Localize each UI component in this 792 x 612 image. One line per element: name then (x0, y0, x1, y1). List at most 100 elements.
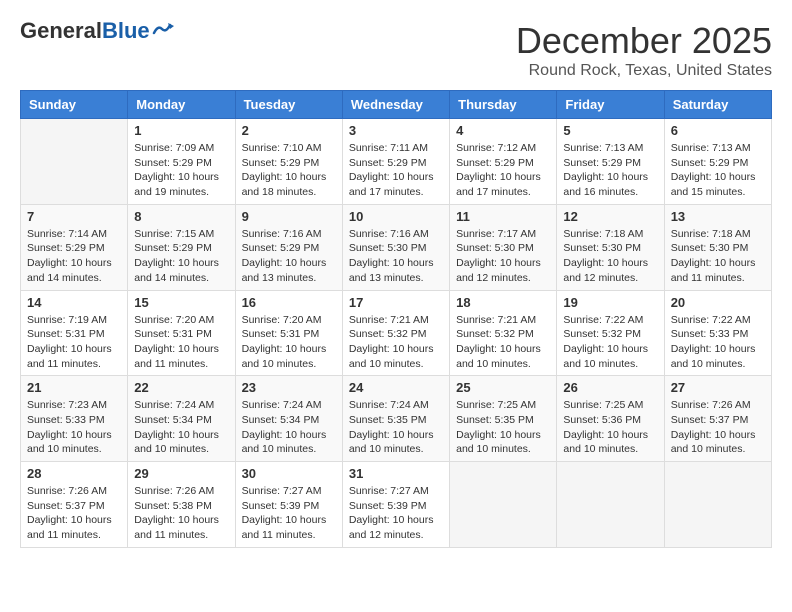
day-number: 25 (456, 380, 550, 395)
table-row: 13 Sunrise: 7:18 AMSunset: 5:30 PMDayligh… (664, 204, 771, 290)
day-number: 7 (27, 209, 121, 224)
day-info: Sunrise: 7:13 AMSunset: 5:29 PMDaylight:… (671, 141, 765, 200)
table-row: 20 Sunrise: 7:22 AMSunset: 5:33 PMDayligh… (664, 290, 771, 376)
day-number: 24 (349, 380, 443, 395)
calendar-week-row: 21Sunrise: 7:23 AMSunset: 5:33 PMDayligh… (21, 376, 772, 462)
day-info: Sunrise: 7:27 AMSunset: 5:39 PMDaylight:… (349, 484, 443, 543)
weekday-header-row: Sunday Monday Tuesday Wednesday Thursday… (21, 91, 772, 119)
calendar-table: Sunday Monday Tuesday Wednesday Thursday… (20, 90, 772, 548)
day-number: 20 (671, 295, 765, 310)
table-row: 10Sunrise: 7:16 AMSunset: 5:30 PMDayligh… (342, 204, 449, 290)
table-row: 22 Sunrise: 7:24 AMSunset: 5:34 PMDayligh… (128, 376, 235, 462)
table-row: 28Sunrise: 7:26 AMSunset: 5:37 PMDayligh… (21, 462, 128, 548)
day-info: Sunrise: 7:14 AMSunset: 5:29 PMDaylight:… (27, 227, 121, 286)
day-info: Sunrise: 7:10 AMSunset: 5:29 PMDaylight:… (242, 141, 336, 200)
table-row (450, 462, 557, 548)
table-row: 5Sunrise: 7:13 AMSunset: 5:29 PMDaylight… (557, 119, 664, 205)
day-number: 22 (134, 380, 228, 395)
day-number: 31 (349, 466, 443, 481)
day-info: Sunrise: 7:26 AMSunset: 5:37 PMDaylight:… (671, 398, 765, 457)
calendar-week-row: 14Sunrise: 7:19 AMSunset: 5:31 PMDayligh… (21, 290, 772, 376)
day-number: 18 (456, 295, 550, 310)
table-row: 31 Sunrise: 7:27 AMSunset: 5:39 PMDayligh… (342, 462, 449, 548)
day-number: 16 (242, 295, 336, 310)
table-row: 14Sunrise: 7:19 AMSunset: 5:31 PMDayligh… (21, 290, 128, 376)
day-info: Sunrise: 7:19 AMSunset: 5:31 PMDaylight:… (27, 313, 121, 372)
table-row (21, 119, 128, 205)
day-number: 8 (134, 209, 228, 224)
day-info: Sunrise: 7:24 AMSunset: 5:34 PMDaylight:… (134, 398, 228, 457)
day-info: Sunrise: 7:17 AMSunset: 5:30 PMDaylight:… (456, 227, 550, 286)
day-info: Sunrise: 7:20 AMSunset: 5:31 PMDaylight:… (242, 313, 336, 372)
table-row: 16 Sunrise: 7:20 AMSunset: 5:31 PMDayligh… (235, 290, 342, 376)
day-number: 23 (242, 380, 336, 395)
table-row: 27 Sunrise: 7:26 AMSunset: 5:37 PMDayligh… (664, 376, 771, 462)
day-number: 9 (242, 209, 336, 224)
day-info: Sunrise: 7:22 AMSunset: 5:33 PMDaylight:… (671, 313, 765, 372)
day-info: Sunrise: 7:11 AMSunset: 5:29 PMDaylight:… (349, 141, 443, 200)
day-number: 21 (27, 380, 121, 395)
day-info: Sunrise: 7:13 AMSunset: 5:29 PMDaylight:… (563, 141, 657, 200)
table-row: 30Sunrise: 7:27 AMSunset: 5:39 PMDayligh… (235, 462, 342, 548)
calendar-week-row: 7 Sunrise: 7:14 AMSunset: 5:29 PMDaylight… (21, 204, 772, 290)
day-info: Sunrise: 7:21 AMSunset: 5:32 PMDaylight:… (349, 313, 443, 372)
day-info: Sunrise: 7:25 AMSunset: 5:36 PMDaylight:… (563, 398, 657, 457)
table-row: 18 Sunrise: 7:21 AMSunset: 5:32 PMDayligh… (450, 290, 557, 376)
day-info: Sunrise: 7:12 AMSunset: 5:29 PMDaylight:… (456, 141, 550, 200)
logo: GeneralBlue (20, 20, 174, 42)
day-number: 29 (134, 466, 228, 481)
location-text: Round Rock, Texas, United States (516, 62, 772, 80)
table-row: 1 Sunrise: 7:09 AMSunset: 5:29 PMDaylight… (128, 119, 235, 205)
day-info: Sunrise: 7:22 AMSunset: 5:32 PMDaylight:… (563, 313, 657, 372)
header-friday: Friday (557, 91, 664, 119)
table-row: 6 Sunrise: 7:13 AMSunset: 5:29 PMDaylight… (664, 119, 771, 205)
calendar-week-row: 1 Sunrise: 7:09 AMSunset: 5:29 PMDaylight… (21, 119, 772, 205)
table-row: 23 Sunrise: 7:24 AMSunset: 5:34 PMDayligh… (235, 376, 342, 462)
table-row: 26 Sunrise: 7:25 AMSunset: 5:36 PMDayligh… (557, 376, 664, 462)
page-header: GeneralBlue December 2025 Round Rock, Te… (20, 20, 772, 80)
table-row (664, 462, 771, 548)
table-row: 7 Sunrise: 7:14 AMSunset: 5:29 PMDaylight… (21, 204, 128, 290)
day-number: 12 (563, 209, 657, 224)
header-saturday: Saturday (664, 91, 771, 119)
table-row: 9 Sunrise: 7:16 AMSunset: 5:29 PMDaylight… (235, 204, 342, 290)
day-info: Sunrise: 7:24 AMSunset: 5:34 PMDaylight:… (242, 398, 336, 457)
day-info: Sunrise: 7:21 AMSunset: 5:32 PMDaylight:… (456, 313, 550, 372)
day-number: 19 (563, 295, 657, 310)
table-row: 24 Sunrise: 7:24 AMSunset: 5:35 PMDayligh… (342, 376, 449, 462)
day-info: Sunrise: 7:18 AMSunset: 5:30 PMDaylight:… (563, 227, 657, 286)
header-thursday: Thursday (450, 91, 557, 119)
day-number: 4 (456, 123, 550, 138)
table-row: 29 Sunrise: 7:26 AMSunset: 5:38 PMDayligh… (128, 462, 235, 548)
day-info: Sunrise: 7:15 AMSunset: 5:29 PMDaylight:… (134, 227, 228, 286)
table-row: 3Sunrise: 7:11 AMSunset: 5:29 PMDaylight… (342, 119, 449, 205)
day-info: Sunrise: 7:16 AMSunset: 5:29 PMDaylight:… (242, 227, 336, 286)
header-monday: Monday (128, 91, 235, 119)
day-number: 2 (242, 123, 336, 138)
day-number: 10 (349, 209, 443, 224)
day-info: Sunrise: 7:26 AMSunset: 5:38 PMDaylight:… (134, 484, 228, 543)
header-sunday: Sunday (21, 91, 128, 119)
day-number: 26 (563, 380, 657, 395)
day-number: 17 (349, 295, 443, 310)
day-number: 28 (27, 466, 121, 481)
day-info: Sunrise: 7:24 AMSunset: 5:35 PMDaylight:… (349, 398, 443, 457)
table-row: 25 Sunrise: 7:25 AMSunset: 5:35 PMDayligh… (450, 376, 557, 462)
day-number: 27 (671, 380, 765, 395)
logo-general: General (20, 18, 102, 43)
table-row: 12 Sunrise: 7:18 AMSunset: 5:30 PMDayligh… (557, 204, 664, 290)
header-tuesday: Tuesday (235, 91, 342, 119)
table-row: 2 Sunrise: 7:10 AMSunset: 5:29 PMDaylight… (235, 119, 342, 205)
day-info: Sunrise: 7:18 AMSunset: 5:30 PMDaylight:… (671, 227, 765, 286)
day-number: 1 (134, 123, 228, 138)
month-title: December 2025 (516, 20, 772, 62)
day-number: 13 (671, 209, 765, 224)
day-number: 6 (671, 123, 765, 138)
day-number: 11 (456, 209, 550, 224)
table-row: 15Sunrise: 7:20 AMSunset: 5:31 PMDayligh… (128, 290, 235, 376)
table-row: 19 Sunrise: 7:22 AMSunset: 5:32 PMDayligh… (557, 290, 664, 376)
table-row: 21Sunrise: 7:23 AMSunset: 5:33 PMDayligh… (21, 376, 128, 462)
day-info: Sunrise: 7:09 AMSunset: 5:29 PMDaylight:… (134, 141, 228, 200)
day-info: Sunrise: 7:25 AMSunset: 5:35 PMDaylight:… (456, 398, 550, 457)
table-row (557, 462, 664, 548)
